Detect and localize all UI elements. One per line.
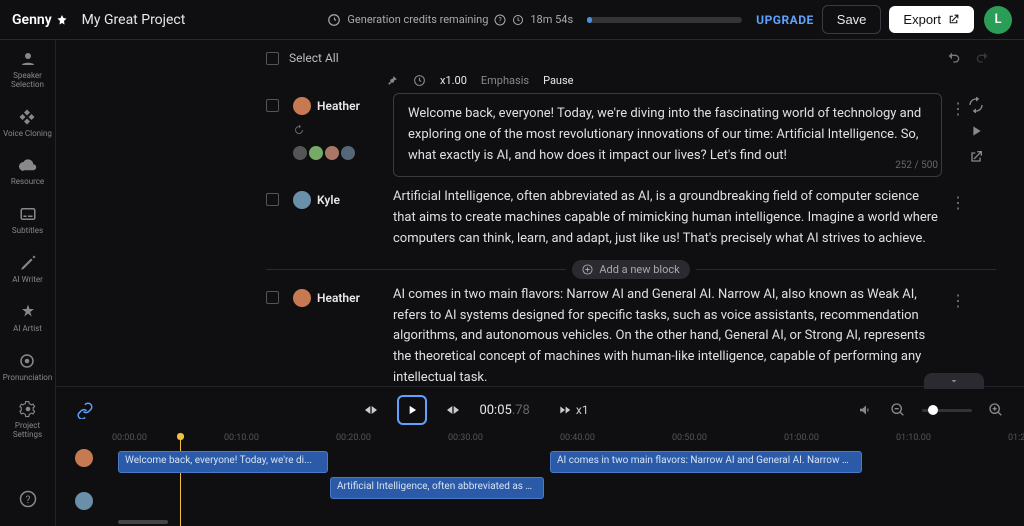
speed-icon[interactable] bbox=[413, 74, 426, 87]
timeline-clip[interactable]: Artificial Intelligence, often abbreviat… bbox=[330, 477, 544, 499]
timeline-clip[interactable]: Welcome back, everyone! Today, we're di.… bbox=[118, 451, 328, 473]
svg-text:?: ? bbox=[25, 493, 30, 506]
share-block-icon[interactable] bbox=[968, 149, 984, 165]
playback-speed[interactable]: x1 bbox=[558, 403, 589, 417]
track-avatar[interactable] bbox=[75, 449, 93, 467]
speaker-name: Heather bbox=[317, 291, 360, 305]
user-avatar[interactable]: L bbox=[984, 6, 1012, 34]
play-block-icon[interactable] bbox=[968, 123, 984, 139]
sidebar: Speaker Selection Voice Cloning Resource… bbox=[0, 40, 56, 526]
script-block: Heather AI comes in two main flavors: Na… bbox=[266, 285, 996, 386]
block-checkbox[interactable] bbox=[266, 193, 279, 206]
select-all-label: Select All bbox=[289, 51, 339, 65]
sidebar-item-subtitles[interactable]: Subtitles bbox=[12, 205, 43, 236]
project-title: My Great Project bbox=[82, 12, 186, 28]
credits-indicator: Generation credits remaining ? 18m 54s bbox=[327, 13, 742, 27]
plus-icon bbox=[582, 264, 593, 275]
collapse-timeline-button[interactable] bbox=[924, 373, 984, 389]
speaker-selector[interactable]: Heather bbox=[293, 97, 379, 115]
timeline-ruler: 00:00.0000:10.0000:20.0000:30.0000:40.00… bbox=[112, 433, 1024, 449]
script-block: Heather Welcome back, everyone! Today, w… bbox=[266, 93, 996, 177]
undo-icon[interactable] bbox=[946, 50, 962, 66]
skip-back-icon[interactable] bbox=[363, 402, 379, 418]
select-all-checkbox[interactable] bbox=[266, 52, 279, 65]
sidebar-item-pronunciation[interactable]: Pronunciation bbox=[3, 352, 53, 383]
block-text-input[interactable]: Welcome back, everyone! Today, we're div… bbox=[393, 93, 942, 177]
chevron-down-icon bbox=[948, 375, 960, 387]
time-display: 00:05.78 bbox=[479, 403, 529, 418]
speaker-avatar bbox=[293, 97, 311, 115]
speed-value[interactable]: x1.00 bbox=[440, 74, 467, 87]
block-toolbar: x1.00 Emphasis Pause bbox=[386, 74, 996, 87]
regenerate-icon[interactable] bbox=[968, 97, 984, 113]
upgrade-link[interactable]: UPGRADE bbox=[756, 13, 814, 27]
history-icon[interactable] bbox=[293, 121, 379, 140]
skip-forward-icon[interactable] bbox=[445, 402, 461, 418]
zoom-slider[interactable] bbox=[922, 409, 972, 412]
timeline-track[interactable]: Artificial Intelligence, often abbreviat… bbox=[112, 477, 1024, 501]
block-more-icon[interactable]: ⋮ bbox=[950, 291, 966, 310]
sidebar-item-voice-cloning[interactable]: Voice Cloning bbox=[3, 108, 52, 139]
block-checkbox[interactable] bbox=[266, 99, 279, 112]
logo: Genny bbox=[12, 12, 68, 28]
emphasis-btn[interactable]: Emphasis bbox=[481, 74, 529, 87]
sidebar-item-project-settings[interactable]: Project Settings bbox=[0, 400, 55, 440]
pin-icon[interactable] bbox=[386, 74, 399, 87]
redo-icon[interactable] bbox=[974, 50, 990, 66]
speaker-avatar bbox=[293, 191, 311, 209]
listeners bbox=[293, 146, 379, 160]
timeline-track[interactable]: Welcome back, everyone! Today, we're di.… bbox=[112, 451, 1024, 475]
sidebar-item-resource[interactable]: Resource bbox=[11, 156, 44, 187]
sidebar-item-speaker-selection[interactable]: Speaker Selection bbox=[0, 50, 55, 90]
block-more-icon[interactable]: ⋮ bbox=[950, 99, 966, 118]
block-checkbox[interactable] bbox=[266, 291, 279, 304]
zoom-out-icon[interactable] bbox=[890, 402, 906, 418]
timeline-scrollbar[interactable] bbox=[118, 520, 168, 524]
add-block-divider: Add a new block bbox=[266, 260, 996, 279]
speaker-selector[interactable]: Heather bbox=[293, 289, 379, 307]
script-block: Kyle Artificial Intelligence, often abbr… bbox=[266, 187, 996, 249]
logo-glyph-icon bbox=[56, 14, 68, 26]
volume-icon[interactable] bbox=[858, 402, 874, 418]
timeline-panel: 00:05.78 x1 bbox=[56, 386, 1024, 526]
speaker-avatar bbox=[293, 289, 311, 307]
zoom-in-icon[interactable] bbox=[988, 402, 1004, 418]
save-button[interactable]: Save bbox=[822, 5, 882, 34]
clock-icon bbox=[512, 14, 524, 26]
link-icon[interactable] bbox=[76, 401, 94, 419]
topbar: Genny My Great Project Generation credit… bbox=[0, 0, 1024, 40]
speaker-name: Kyle bbox=[317, 193, 340, 207]
speaker-name: Heather bbox=[317, 99, 360, 113]
track-avatar[interactable] bbox=[75, 492, 93, 510]
export-icon bbox=[947, 13, 960, 26]
sidebar-item-ai-artist[interactable]: AI Artist bbox=[13, 303, 42, 334]
help-icon[interactable]: ? bbox=[494, 14, 506, 26]
pause-btn[interactable]: Pause bbox=[543, 74, 573, 87]
timeline-clip[interactable]: AI comes in two main flavors: Narrow AI … bbox=[550, 451, 862, 473]
timeline-track-headers bbox=[56, 433, 112, 526]
credits-progress bbox=[587, 17, 742, 23]
play-button[interactable] bbox=[397, 395, 427, 425]
block-text-input[interactable]: Artificial Intelligence, often abbreviat… bbox=[393, 187, 942, 249]
export-button[interactable]: Export bbox=[889, 6, 974, 33]
help-button[interactable]: ? bbox=[19, 490, 37, 512]
speaker-selector[interactable]: Kyle bbox=[293, 191, 379, 209]
char-count: 252 / 500 bbox=[895, 160, 938, 171]
meter-icon bbox=[327, 13, 341, 27]
editor: Select All x1.00 Emphasis Pause bbox=[56, 40, 1024, 386]
play-icon bbox=[405, 403, 419, 417]
fast-forward-icon bbox=[558, 403, 572, 417]
block-text-input[interactable]: AI comes in two main flavors: Narrow AI … bbox=[393, 285, 942, 386]
add-block-button[interactable]: Add a new block bbox=[572, 260, 689, 279]
sidebar-item-ai-writer[interactable]: AI Writer bbox=[12, 254, 43, 285]
block-more-icon[interactable]: ⋮ bbox=[950, 193, 966, 212]
timeline-tracks[interactable]: 00:00.0000:10.0000:20.0000:30.0000:40.00… bbox=[112, 433, 1024, 526]
svg-text:?: ? bbox=[499, 16, 503, 24]
